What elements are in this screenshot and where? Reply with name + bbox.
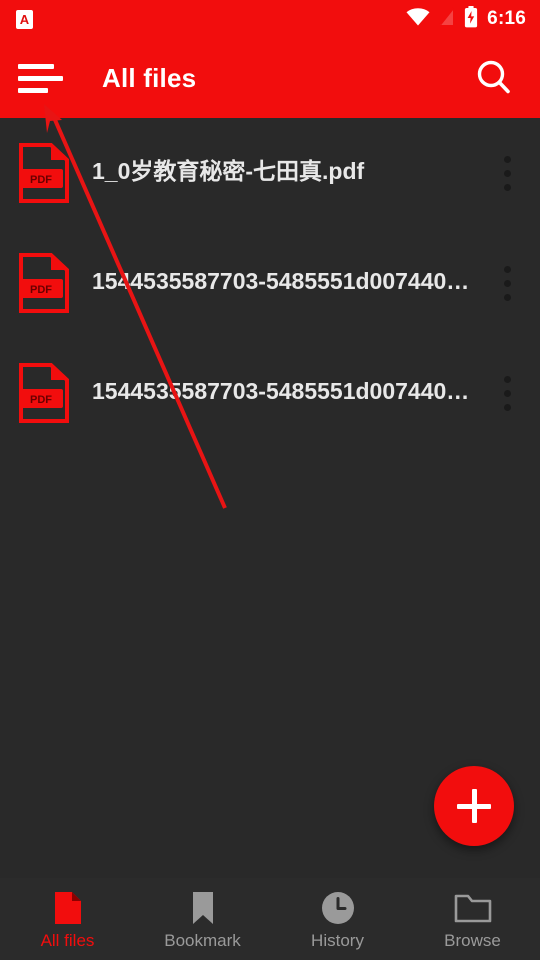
more-dot [503,403,511,411]
more-dot [503,183,511,191]
hamburger-line-2 [18,75,63,81]
app-notification-letter: A [19,11,30,27]
file-list: PDF 1_0岁教育秘密-七田真.pdf PDF 1544535587703-5… [0,118,540,448]
file-name: 1544535587703-5485551d007440… [92,377,470,404]
status-bar-clock: 6:16 [487,8,526,29]
status-bar-right: 6:16 [406,5,526,33]
table-row[interactable]: PDF 1544535587703-5485551d007440… [0,228,540,338]
svg-text:PDF: PDF [30,394,52,406]
nav-label-bookmark: Bookmark [164,930,241,950]
more-dot [503,389,511,397]
more-dot [503,279,511,287]
hamburger-line-3 [18,87,48,93]
file-text-block: 1544535587703-5485551d007440… [92,268,480,298]
folder-icon [454,890,492,926]
file-name: 1544535587703-5485551d007440… [92,267,470,294]
battery-charging-icon [464,5,478,33]
table-row[interactable]: PDF 1544535587703-5485551d007440… [0,338,540,448]
more-vertical-icon[interactable] [480,118,534,228]
bottom-navigation: All files Bookmark History Browse [0,878,540,960]
file-text-block: 1_0岁教育秘密-七田真.pdf [92,158,480,188]
nav-item-history[interactable]: History [270,878,405,960]
svg-text:PDF: PDF [30,174,52,186]
app-root: A 6:16 All files PDF 1_0岁教育秘密-七田真.pdf PD… [0,0,540,960]
more-dot [503,293,511,301]
hamburger-menu-icon[interactable] [14,50,70,106]
status-bar-left: A [16,9,33,29]
table-row[interactable]: PDF 1_0岁教育秘密-七田真.pdf [0,118,540,228]
more-dot [503,375,511,383]
app-notification-icon: A [16,9,33,29]
search-icon[interactable] [468,52,520,104]
wifi-icon [406,7,430,31]
add-file-button[interactable] [434,766,514,846]
app-toolbar: All files [0,38,540,118]
nav-item-all-files[interactable]: All files [0,878,135,960]
more-dot [503,265,511,273]
more-vertical-icon[interactable] [480,338,534,448]
signal-off-icon [439,7,455,31]
nav-label-browse: Browse [444,930,501,950]
more-dot [503,155,511,163]
pdf-file-icon: PDF [18,362,70,424]
plus-icon-vertical [471,789,477,823]
file-icon [53,890,83,926]
nav-item-browse[interactable]: Browse [405,878,540,960]
nav-item-bookmark[interactable]: Bookmark [135,878,270,960]
status-bar: A 6:16 [0,0,540,38]
nav-label-all-files: All files [40,930,95,950]
file-name: 1_0岁教育秘密-七田真.pdf [92,157,365,184]
page-title: All files [102,62,197,93]
more-dot [503,169,511,177]
bookmark-icon [190,890,216,926]
pdf-file-icon: PDF [18,142,70,204]
more-vertical-icon[interactable] [480,228,534,338]
svg-text:PDF: PDF [30,284,52,296]
file-text-block: 1544535587703-5485551d007440… [92,378,480,408]
nav-label-history: History [311,930,364,950]
clock-icon [321,890,355,926]
pdf-file-icon: PDF [18,252,70,314]
hamburger-line-1 [18,63,54,69]
